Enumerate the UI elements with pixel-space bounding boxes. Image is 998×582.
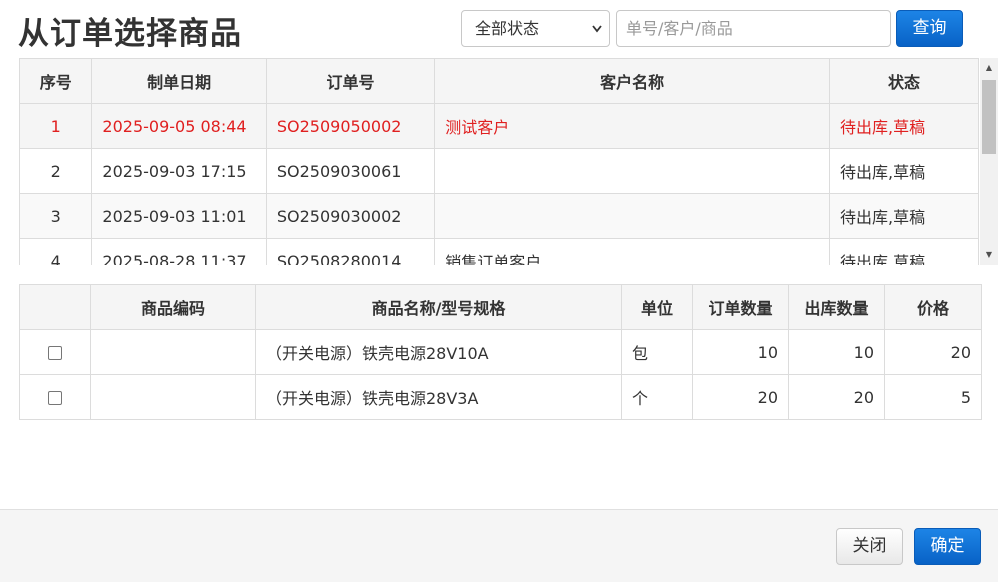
scroll-up-arrow-icon[interactable]: ▲ [980,60,998,76]
items-table-container: 商品编码 商品名称/型号规格 单位 订单数量 出库数量 价格 （开关电源）铁壳电… [19,284,982,420]
order-number: SO2509030061 [265,148,436,194]
search-input[interactable] [616,10,891,47]
orders-scrollbar[interactable]: ▲ ▼ [980,58,998,265]
column-header-name[interactable]: 商品名称/型号规格 [255,284,622,330]
column-header-order-qty[interactable]: 订单数量 [692,284,789,330]
scrollbar-thumb[interactable] [982,80,996,154]
column-header-index[interactable]: 序号 [19,58,93,104]
dialog-title: 从订单选择商品 [18,16,242,52]
chevron-down-icon [591,11,603,60]
query-button[interactable]: 查询 [896,10,963,47]
column-header-out-qty[interactable]: 出库数量 [788,284,885,330]
order-date: 2025-09-03 17:15 [91,148,267,194]
item-price: 5 [884,374,982,420]
order-row[interactable]: 2 2025-09-03 17:15 SO2509030061 待出库,草稿 [19,148,979,194]
order-customer: 销售订单客户 [434,238,831,265]
status-select[interactable]: 全部状态 [461,10,610,47]
item-unit: 包 [621,329,693,375]
item-order-qty: 20 [692,374,789,420]
item-select-cell [19,329,91,375]
order-customer: 测试客户 [434,103,831,149]
order-index: 2 [19,148,93,194]
order-date: 2025-09-05 08:44 [91,103,267,149]
column-header-code[interactable]: 商品编码 [90,284,256,330]
order-date: 2025-09-03 11:01 [91,193,267,239]
order-status: 待出库,草稿 [829,238,979,265]
item-checkbox[interactable] [48,391,62,405]
column-header-unit[interactable]: 单位 [621,284,693,330]
item-name: （开关电源）铁壳电源28V10A [255,329,622,375]
item-select-cell [19,374,91,420]
orders-header-row: 序号 制单日期 订单号 客户名称 状态 [19,58,979,104]
item-name: （开关电源）铁壳电源28V3A [255,374,622,420]
items-header-row: 商品编码 商品名称/型号规格 单位 订单数量 出库数量 价格 [19,284,982,330]
order-row[interactable]: 4 2025-08-28 11:37 SO2508280014 销售订单客户 待… [19,238,979,265]
item-row[interactable]: （开关电源）铁壳电源28V10A 包 10 10 20 [19,329,982,375]
scroll-down-arrow-icon[interactable]: ▼ [980,247,998,263]
order-index: 1 [19,103,93,149]
order-number: SO2509030002 [265,193,436,239]
order-index: 4 [19,238,93,265]
column-header-date[interactable]: 制单日期 [91,58,267,104]
item-out-qty: 20 [788,374,885,420]
item-out-qty: 10 [788,329,885,375]
close-button[interactable]: 关闭 [836,528,903,565]
order-number: SO2509050002 [265,103,436,149]
order-customer [434,148,831,194]
confirm-button[interactable]: 确定 [914,528,981,565]
order-date: 2025-08-28 11:37 [91,238,267,265]
column-header-price[interactable]: 价格 [884,284,982,330]
column-header-customer[interactable]: 客户名称 [434,58,831,104]
order-row[interactable]: 1 2025-09-05 08:44 SO2509050002 测试客户 待出库… [19,103,979,149]
items-table: 商品编码 商品名称/型号规格 单位 订单数量 出库数量 价格 （开关电源）铁壳电… [19,284,982,420]
column-header-order-no[interactable]: 订单号 [265,58,436,104]
item-code [90,329,256,375]
order-number: SO2508280014 [265,238,436,265]
column-header-select [19,284,91,330]
item-checkbox[interactable] [48,346,62,360]
item-code [90,374,256,420]
item-price: 20 [884,329,982,375]
item-row[interactable]: （开关电源）铁壳电源28V3A 个 20 20 5 [19,374,982,420]
item-order-qty: 10 [692,329,789,375]
order-row[interactable]: 3 2025-09-03 11:01 SO2509030002 待出库,草稿 [19,193,979,239]
orders-table-container: 序号 制单日期 订单号 客户名称 状态 1 2025-09-05 08:44 S… [19,58,979,265]
order-status: 待出库,草稿 [829,148,979,194]
order-status: 待出库,草稿 [829,103,979,149]
status-select-value: 全部状态 [475,19,540,38]
dialog-footer: 关闭 确定 [0,509,998,582]
order-customer [434,193,831,239]
order-status: 待出库,草稿 [829,193,979,239]
orders-table: 序号 制单日期 订单号 客户名称 状态 1 2025-09-05 08:44 S… [19,58,979,265]
order-index: 3 [19,193,93,239]
column-header-status[interactable]: 状态 [829,58,979,104]
item-unit: 个 [621,374,693,420]
